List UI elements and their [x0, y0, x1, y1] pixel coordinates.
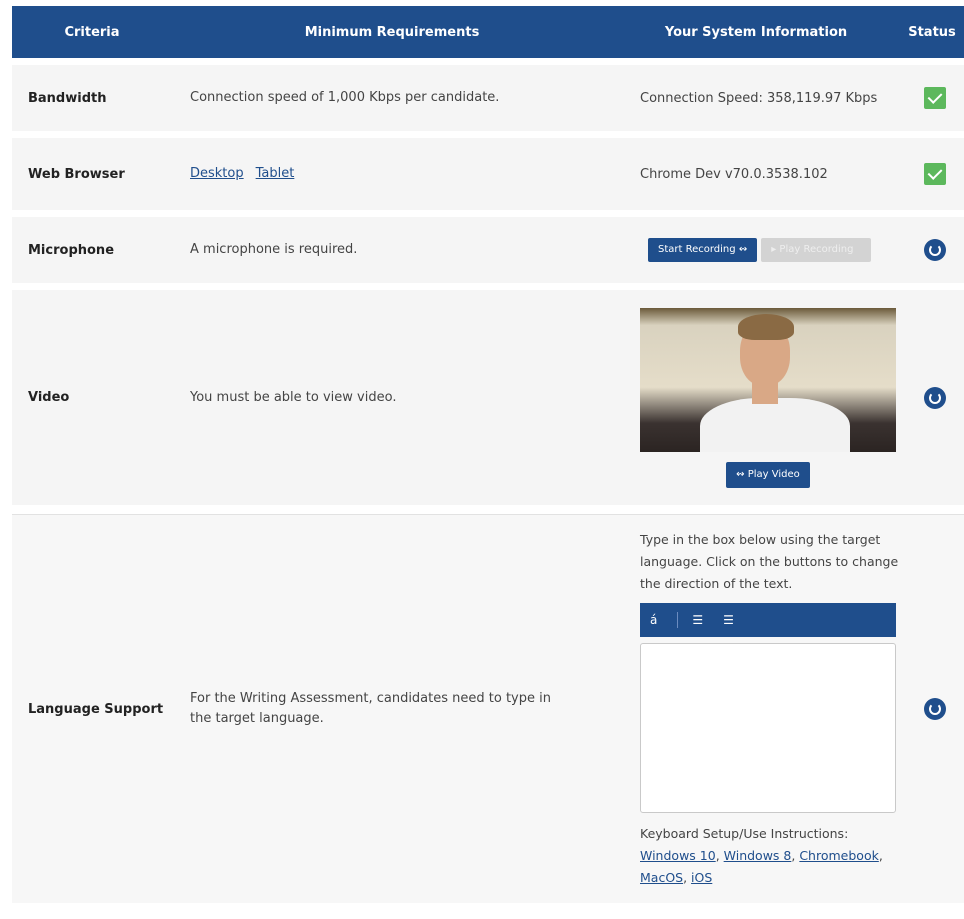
- macos-link[interactable]: MacOS: [640, 870, 683, 885]
- windows-10-link[interactable]: Windows 10: [640, 848, 716, 863]
- text-direction-toolbar: á ☰ ☰: [640, 603, 896, 637]
- bandwidth-criteria: Bandwidth: [28, 90, 107, 106]
- play-video-button[interactable]: ↭ Play Video: [726, 461, 810, 488]
- windows-8-link[interactable]: Windows 8: [724, 848, 792, 863]
- record-icon: ↭: [738, 244, 748, 255]
- align-left-icon[interactable]: ☰: [692, 613, 703, 627]
- video-player[interactable]: [640, 307, 896, 452]
- play-icon: ↭: [736, 468, 745, 480]
- video-criteria: Video: [28, 390, 70, 405]
- loading-icon: [924, 239, 946, 261]
- browser-criteria: Web Browser: [28, 166, 125, 182]
- row-bandwidth: Bandwidth Connection speed of 1,000 Kbps…: [12, 65, 964, 131]
- loading-icon: [924, 386, 946, 409]
- row-language-support: Language Support For the Writing Assessm…: [12, 515, 964, 903]
- align-right-icon[interactable]: ☰: [723, 613, 734, 627]
- play-icon: ▸: [771, 244, 777, 255]
- language-requirement: For the Writing Assessment, candidates n…: [190, 691, 551, 726]
- start-recording-button[interactable]: Start Recording ↭: [648, 238, 758, 262]
- check-icon: [924, 87, 946, 109]
- row-video: Video You must be able to view video. ↭ …: [12, 290, 964, 505]
- chromebook-link[interactable]: Chromebook: [799, 848, 879, 863]
- loading-icon: [924, 698, 946, 720]
- header-min-requirements: Minimum Requirements: [304, 24, 480, 40]
- system-check-table: Criteria Minimum Requirements Your Syste…: [12, 6, 964, 903]
- bandwidth-system-info: Connection Speed: 358,119.97 Kbps: [640, 90, 878, 106]
- video-requirement: You must be able to view video.: [190, 389, 397, 405]
- header-system-info: Your System Information: [664, 24, 848, 40]
- tablet-link[interactable]: Tablet: [256, 166, 295, 181]
- microphone-requirement: A microphone is required.: [190, 242, 358, 257]
- desktop-link[interactable]: Desktop: [190, 166, 244, 181]
- check-icon: [924, 163, 946, 185]
- header-status: Status: [908, 24, 956, 40]
- play-recording-button: ▸ Play Recording: [761, 238, 872, 262]
- microphone-criteria: Microphone: [28, 242, 115, 258]
- header-criteria: Criteria: [64, 24, 120, 40]
- special-char-button[interactable]: á: [650, 613, 657, 627]
- ios-link[interactable]: iOS: [691, 870, 712, 885]
- language-criteria: Language Support: [28, 701, 164, 717]
- row-microphone: Microphone A microphone is required. Sta…: [12, 217, 964, 283]
- bandwidth-requirement: Connection speed of 1,000 Kbps per candi…: [190, 90, 500, 105]
- browser-system-info: Chrome Dev v70.0.3538.102: [640, 166, 828, 182]
- table-header: Criteria Minimum Requirements Your Syste…: [12, 6, 964, 58]
- keyboard-instructions-label: Keyboard Setup/Use Instructions:: [640, 826, 849, 841]
- language-text-input[interactable]: [640, 643, 896, 813]
- language-instructions: Type in the box below using the target l…: [640, 532, 899, 591]
- row-web-browser: Web Browser Desktop Tablet Chrome Dev v70…: [12, 138, 964, 210]
